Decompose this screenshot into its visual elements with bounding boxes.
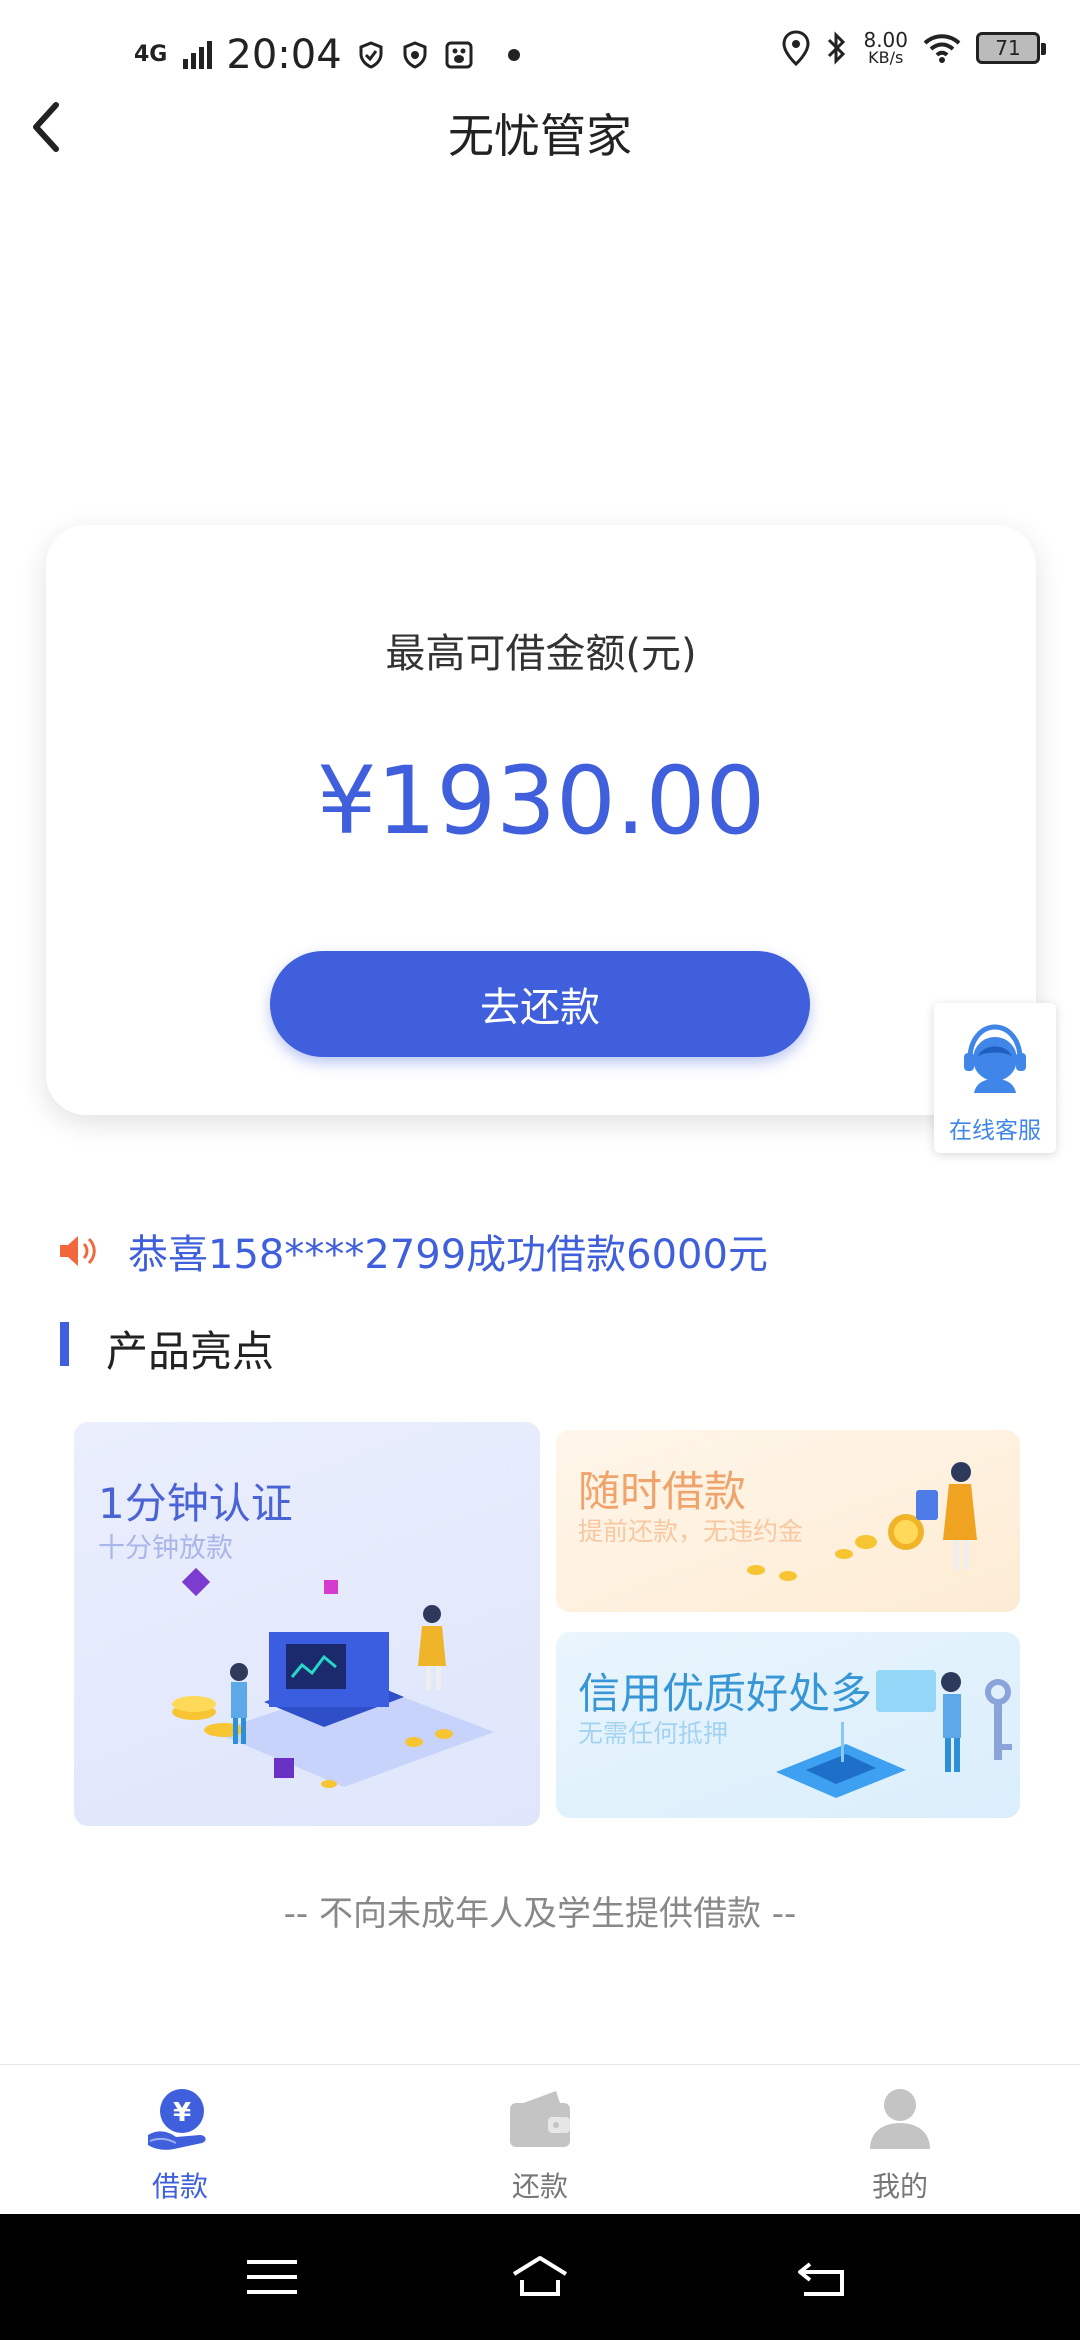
page-title: 无忧管家 [448,109,632,163]
nav-item-mine[interactable]: 我的 [720,2065,1080,2215]
back-nav-icon[interactable] [792,2252,852,2302]
wifi-icon [923,34,961,63]
credit-card-panel: 最高可借金额(元) ¥1930.00 去还款 [46,525,1036,1115]
system-nav-bar [0,2214,1080,2340]
signal-icon [183,41,213,69]
speed-unit: KB/s [868,48,904,67]
wallet-icon [510,2091,570,2147]
feature-subtitle: 十分钟放款 [98,1533,233,1564]
repay-button[interactable]: 去还款 [270,951,810,1057]
nav-label-loan: 借款 [151,2170,208,2203]
feature-tile-anytime-loan[interactable]: 随时借款 提前还款，无违约金 [556,1430,1020,1612]
page: 4G 20:04 8.00 KB/s 71 无忧管家 最高可借金额(元) ¥193… [0,0,1080,2340]
speaker-icon [60,1236,96,1266]
nav-item-repay[interactable]: 还款 [360,2065,720,2215]
section-accent-bar [60,1322,69,1366]
battery-level: 71 [995,36,1021,60]
clock: 20:04 [226,32,342,78]
svg-text:¥: ¥ [173,2098,191,2128]
network-type: 4G [134,42,168,67]
home-icon[interactable] [510,2252,570,2302]
announcement-text: 恭喜158****2799成功借款6000元 [128,1232,768,1278]
feature-subtitle: 无需任何抵押 [578,1719,729,1748]
shield-app-icon [359,41,383,69]
menu-icon[interactable] [242,2252,302,2302]
location-icon [782,30,810,66]
battery-icon: 71 [976,32,1046,64]
online-service-button[interactable]: 在线客服 [934,1003,1056,1153]
announcement-bar: 恭喜158****2799成功借款6000元 [58,1222,768,1280]
speed-value: 8.00 [863,28,908,52]
coins-illustration-icon [747,1462,977,1581]
disclaimer-text: -- 不向未成年人及学生提供借款 -- [283,1894,797,1934]
bottom-nav: ¥ 借款 还款 我的 [0,2064,1080,2214]
server-illustration-icon [172,1567,494,1788]
bluetooth-icon [828,31,846,65]
status-bar-left: 4G 20:04 [134,32,520,78]
online-service-label: 在线客服 [949,1118,1041,1144]
section-title: 产品亮点 [106,1327,275,1376]
paw-app-icon [445,41,473,69]
nav-label-mine: 我的 [871,2170,928,2203]
notification-dot [507,49,520,61]
shield-app-icon-2 [403,41,427,69]
feature-title: 1分钟认证 [98,1479,293,1528]
feature-tile-verification[interactable]: 1分钟认证 十分钟放款 [74,1422,540,1826]
max-amount-value: ¥1930.00 [316,747,766,856]
customer-service-icon [964,1024,1026,1093]
user-icon [870,2089,930,2149]
feature-tile-credit-benefits[interactable]: 信用优质好处多 无需任何抵押 [556,1632,1020,1818]
nav-item-loan[interactable]: ¥ 借款 [0,2065,360,2215]
loan-yuan-icon: ¥ [148,2089,206,2150]
status-bar-right: 8.00 KB/s 71 [781,30,1046,66]
network-speed: 8.00 KB/s [863,30,908,66]
max-amount-label: 最高可借金额(元) [385,631,697,677]
key-illustration-icon [776,1670,1012,1798]
nav-label-repay: 还款 [511,2170,568,2203]
